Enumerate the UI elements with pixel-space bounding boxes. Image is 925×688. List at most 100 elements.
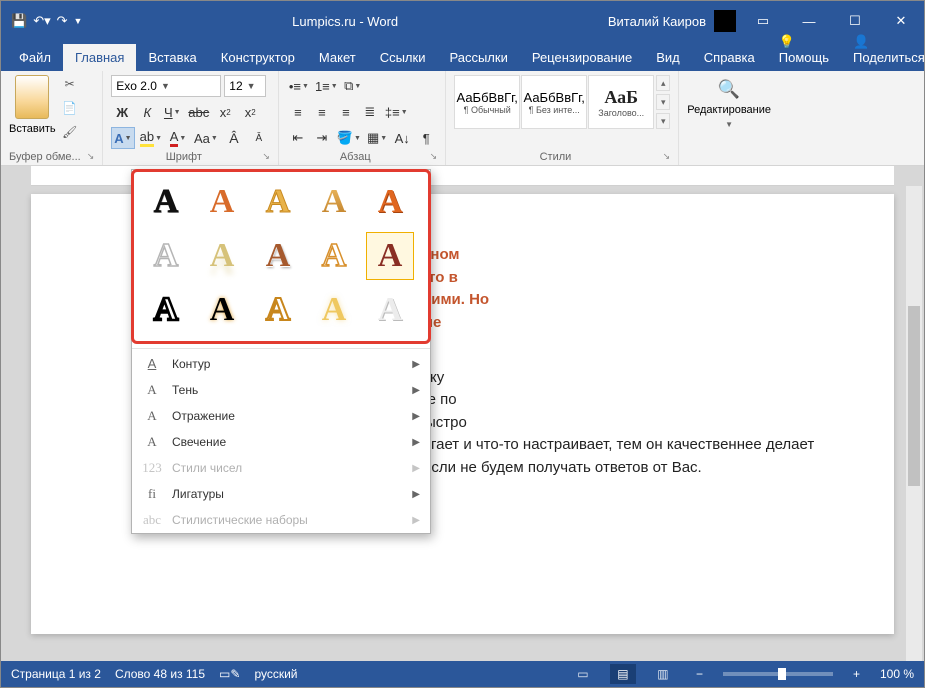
styles-scroll[interactable]: ▴▾▾ — [654, 75, 670, 129]
view-web-icon[interactable]: ▥ — [650, 664, 676, 684]
avatar[interactable] — [714, 10, 736, 32]
tab-view[interactable]: Вид — [644, 44, 692, 71]
font-size-select[interactable]: 12▼ — [224, 75, 266, 97]
numbering-button[interactable]: 1≡▼ — [313, 75, 340, 97]
effect-preset[interactable]: A — [198, 178, 246, 226]
view-read-icon[interactable]: ▭ — [570, 664, 596, 684]
effect-preset[interactable]: A — [198, 232, 246, 280]
tab-design[interactable]: Конструктор — [209, 44, 307, 71]
style-heading[interactable]: АаБЗаголово... — [588, 75, 654, 129]
paragraph-launcher-icon[interactable]: ↘ — [424, 151, 438, 162]
zoom-level[interactable]: 100 % — [880, 667, 914, 681]
borders-button[interactable]: ▦▼ — [365, 127, 389, 149]
superscript-button[interactable]: x2 — [239, 101, 261, 123]
align-justify-button[interactable]: ≣ — [359, 101, 381, 123]
decrease-indent-button[interactable]: ⇤ — [287, 127, 309, 149]
italic-button[interactable]: К — [136, 101, 158, 123]
tab-layout[interactable]: Макет — [307, 44, 368, 71]
effect-preset[interactable]: A — [254, 178, 302, 226]
strikethrough-button[interactable]: abc — [186, 101, 211, 123]
paste-button[interactable]: Вставить — [9, 123, 56, 135]
clipboard-launcher-icon[interactable]: ↘ — [81, 151, 95, 162]
align-center-button[interactable]: ≡ — [311, 101, 333, 123]
tab-share[interactable]: 👤 Поделиться — [841, 28, 925, 71]
status-page[interactable]: Страница 1 из 2 — [11, 667, 101, 681]
effect-preset[interactable]: A — [310, 178, 358, 226]
underline-button[interactable]: Ч▼ — [161, 101, 183, 123]
effect-preset[interactable]: A — [310, 232, 358, 280]
shrink-font-button[interactable]: Ǎ — [248, 127, 270, 149]
font-launcher-icon[interactable]: ↘ — [256, 151, 270, 162]
tab-home[interactable]: Главная — [63, 44, 136, 71]
tab-tell-me[interactable]: 💡 Помощь — [767, 28, 841, 71]
editing-button[interactable]: Редактирование — [687, 104, 771, 116]
editing-dropdown-icon[interactable]: ▼ — [725, 120, 733, 129]
reflection-icon: A — [142, 408, 162, 424]
grow-font-button[interactable]: Â — [223, 127, 245, 149]
effect-preset[interactable]: A — [254, 286, 302, 334]
effect-preset[interactable]: A — [254, 232, 302, 280]
align-right-button[interactable]: ≡ — [335, 101, 357, 123]
menu-ligatures[interactable]: fiЛигатуры▶ — [132, 481, 430, 507]
style-no-spacing[interactable]: АаБбВвГг,¶ Без инте... — [521, 75, 587, 129]
effect-preset[interactable]: A — [142, 286, 190, 334]
bullets-button[interactable]: •≡▼ — [287, 75, 311, 97]
group-label-paragraph: Абзац↘ — [287, 149, 437, 163]
scrollbar-thumb[interactable] — [908, 306, 920, 486]
style-normal[interactable]: АаБбВвГг,¶ Обычный — [454, 75, 520, 129]
shading-button[interactable]: 🪣▼ — [335, 127, 363, 149]
find-icon[interactable]: 🔍 — [718, 79, 740, 100]
cut-icon[interactable]: ✂ — [60, 75, 80, 93]
ribbon: Вставить ✂ 📄 🖌 Буфер обме...↘ Exo 2.0▼ 1… — [1, 71, 924, 166]
increase-indent-button[interactable]: ⇥ — [311, 127, 333, 149]
tab-review[interactable]: Рецензирование — [520, 44, 644, 71]
line-spacing-button[interactable]: ‡≡▼ — [383, 101, 410, 123]
effect-preset[interactable]: A — [142, 178, 190, 226]
status-language[interactable]: русский — [254, 667, 297, 681]
user-area[interactable]: Виталий Каиров — [608, 10, 740, 32]
autosave-icon[interactable]: 💾 — [11, 13, 27, 29]
tab-file[interactable]: Файл — [7, 44, 63, 71]
show-marks-button[interactable]: ¶ — [415, 127, 437, 149]
paste-icon[interactable] — [15, 75, 49, 119]
redo-icon[interactable]: ↷ — [57, 13, 68, 29]
number-styles-icon: 123 — [142, 460, 162, 476]
styles-launcher-icon[interactable]: ↘ — [657, 151, 671, 162]
subscript-button[interactable]: x2 — [214, 101, 236, 123]
undo-icon[interactable]: ↶▾ — [33, 13, 50, 29]
tab-mailings[interactable]: Рассылки — [437, 44, 519, 71]
multilevel-button[interactable]: ⧉▼ — [342, 75, 364, 97]
sort-button[interactable]: A↓ — [391, 127, 413, 149]
status-proofing-icon[interactable]: ▭✎ — [219, 667, 240, 681]
zoom-out-button[interactable]: − — [690, 667, 709, 681]
tab-insert[interactable]: Вставка — [136, 44, 208, 71]
menu-reflection[interactable]: AОтражение▶ — [132, 403, 430, 429]
change-case-button[interactable]: Aa▼ — [192, 127, 220, 149]
font-name-select[interactable]: Exo 2.0▼ — [111, 75, 221, 97]
format-painter-icon[interactable]: 🖌 — [60, 123, 80, 141]
effect-preset[interactable]: A — [142, 232, 190, 280]
menu-outline[interactable]: AКонтур▶ — [132, 351, 430, 377]
menu-glow[interactable]: AСвечение▶ — [132, 429, 430, 455]
effect-preset[interactable]: A — [366, 286, 414, 334]
vertical-scrollbar[interactable] — [906, 186, 922, 661]
effect-preset[interactable]: A — [310, 286, 358, 334]
menu-shadow[interactable]: AТень▶ — [132, 377, 430, 403]
effect-preset[interactable]: A — [198, 286, 246, 334]
tab-help[interactable]: Справка — [692, 44, 767, 71]
zoom-slider[interactable] — [723, 672, 833, 676]
font-color-button[interactable]: A▼ — [167, 127, 189, 149]
copy-icon[interactable]: 📄 — [60, 99, 80, 117]
effect-preset[interactable]: A — [366, 178, 414, 226]
text-effects-button[interactable]: A▼ — [111, 127, 134, 149]
zoom-in-button[interactable]: + — [847, 667, 866, 681]
qat-more-icon[interactable]: ▼ — [74, 16, 83, 26]
highlight-button[interactable]: ab▼ — [138, 127, 164, 149]
status-words[interactable]: Слово 48 из 115 — [115, 667, 205, 681]
align-left-button[interactable]: ≡ — [287, 101, 309, 123]
view-print-icon[interactable]: ▤ — [610, 664, 636, 684]
effect-preset-selected[interactable]: A — [366, 232, 414, 280]
tab-references[interactable]: Ссылки — [368, 44, 438, 71]
bold-button[interactable]: Ж — [111, 101, 133, 123]
group-clipboard: Вставить ✂ 📄 🖌 Буфер обме...↘ — [1, 71, 103, 165]
